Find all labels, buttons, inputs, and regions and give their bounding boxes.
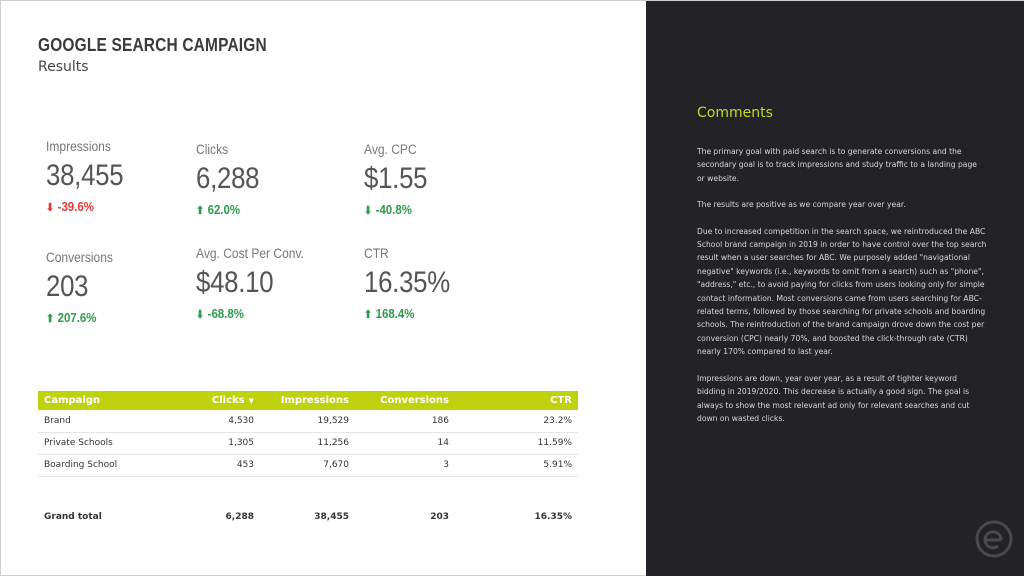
kpi-value: 16.35% xyxy=(364,266,450,299)
cell-campaign: Boarding School xyxy=(38,454,188,477)
cell-campaign: Brand xyxy=(38,410,188,433)
kpi-clicks: Clicks 6,288 ⬆ 62.0% xyxy=(196,141,346,217)
column-header-label: Conversions xyxy=(380,395,449,406)
brand-logo-icon xyxy=(975,520,1013,558)
kpi-value: $48.10 xyxy=(196,266,274,299)
cell-campaign: Private Schools xyxy=(38,432,188,455)
comment-paragraph: Impressions are down, year over year, as… xyxy=(697,373,970,423)
kpi-label: Avg. Cost Per Conv. xyxy=(196,245,304,261)
kpi-delta: ⬇ -40.8% xyxy=(364,202,496,217)
column-header-label: CTR xyxy=(550,395,572,406)
arrow-down-icon: ⬇ xyxy=(46,202,55,214)
kpi-delta-value: -39.6% xyxy=(57,199,94,214)
kpi-delta: ⬆ 62.0% xyxy=(196,202,328,217)
column-header-label: Campaign xyxy=(44,395,101,406)
kpi-delta-value: 207.6% xyxy=(57,310,97,325)
cell-total-ctr: 16.35% xyxy=(534,512,573,522)
sort-down-icon[interactable]: ▼ xyxy=(249,397,254,405)
comments-body: The primary goal with paid search is to … xyxy=(697,145,987,438)
comment-paragraph: The results are positive as we compare y… xyxy=(697,200,906,210)
kpi-label: CTR xyxy=(364,245,389,261)
cell-impressions: 7,670 xyxy=(260,454,355,477)
kpi-delta: ⬇ -39.6% xyxy=(46,199,178,214)
kpi-avg-cpc: Avg. CPC $1.55 ⬇ -40.8% xyxy=(364,141,514,217)
table-row: Boarding School 453 7,670 3 5.91% xyxy=(38,454,578,477)
cell-clicks: 1,305 xyxy=(188,432,260,455)
report-page: GOOGLE SEARCH CAMPAIGN Results Impressio… xyxy=(0,0,1024,576)
comments-title: Comments xyxy=(697,105,773,121)
cell-ctr: 23.2% xyxy=(455,410,578,433)
arrow-down-icon: ⬇ xyxy=(364,205,373,217)
arrow-up-icon: ⬆ xyxy=(46,313,55,325)
kpi-delta-value: 168.4% xyxy=(375,306,415,321)
arrow-up-icon: ⬆ xyxy=(364,309,373,321)
column-header-conversions[interactable]: Conversions xyxy=(355,391,455,410)
kpi-delta-value: -40.8% xyxy=(375,202,412,217)
cell-conversions: 186 xyxy=(355,410,455,433)
column-header-ctr[interactable]: CTR xyxy=(455,391,578,410)
table-row: Private Schools 1,305 11,256 14 11.59% xyxy=(38,432,578,455)
cell-conversions: 3 xyxy=(355,454,455,477)
kpi-label: Conversions xyxy=(46,249,113,265)
kpi-delta: ⬆ 207.6% xyxy=(46,310,178,325)
arrow-up-icon: ⬆ xyxy=(196,205,205,217)
kpi-conversions: Conversions 203 ⬆ 207.6% xyxy=(46,249,196,325)
table-header-row: Campaign Clicks ▼ Impressions Conversions… xyxy=(38,391,578,410)
kpi-value: 38,455 xyxy=(46,159,124,192)
column-header-label: Impressions xyxy=(280,395,349,406)
arrow-down-icon: ⬇ xyxy=(196,309,205,321)
kpi-value: 203 xyxy=(46,270,89,303)
kpi-label: Avg. CPC xyxy=(364,141,417,157)
table-row: Brand 4,530 19,529 186 23.2% xyxy=(38,410,578,433)
table-spacer xyxy=(38,476,578,506)
kpi-label: Impressions xyxy=(46,138,111,154)
kpi-value: 6,288 xyxy=(196,162,260,195)
comment-paragraph: Due to increased competition in the sear… xyxy=(697,226,987,357)
left-panel: GOOGLE SEARCH CAMPAIGN Results Impressio… xyxy=(1,1,646,576)
campaign-table: Campaign Clicks ▼ Impressions Conversions… xyxy=(38,391,578,528)
column-header-clicks[interactable]: Clicks ▼ xyxy=(188,391,260,410)
cell-conversions: 14 xyxy=(355,432,455,455)
column-header-campaign[interactable]: Campaign xyxy=(38,391,188,410)
kpi-ctr: CTR 16.35% ⬆ 168.4% xyxy=(364,245,514,321)
cell-total-conversions: 203 xyxy=(430,512,449,522)
kpi-delta-value: 62.0% xyxy=(207,202,241,217)
kpi-value: $1.55 xyxy=(364,162,428,195)
kpi-delta-value: -68.8% xyxy=(207,306,244,321)
kpi-delta: ⬇ -68.8% xyxy=(196,306,328,321)
column-header-impressions[interactable]: Impressions xyxy=(260,391,355,410)
kpi-delta: ⬆ 168.4% xyxy=(364,306,496,321)
column-header-label: Clicks xyxy=(211,395,245,406)
kpi-label: Clicks xyxy=(196,141,229,157)
cell-ctr: 5.91% xyxy=(455,454,578,477)
kpi-impressions: Impressions 38,455 ⬇ -39.6% xyxy=(46,138,196,214)
cell-total-clicks: 6,288 xyxy=(225,512,254,522)
cell-impressions: 19,529 xyxy=(260,410,355,433)
page-title: GOOGLE SEARCH CAMPAIGN xyxy=(38,35,267,55)
comment-paragraph: The primary goal with paid search is to … xyxy=(697,147,977,183)
cell-clicks: 4,530 xyxy=(188,410,260,433)
cell-impressions: 11,256 xyxy=(260,432,355,455)
page-subtitle: Results xyxy=(38,59,89,75)
table-total-row: Grand total 6,288 38,455 203 16.35% xyxy=(38,506,578,528)
cell-ctr: 11.59% xyxy=(455,432,578,455)
cell-total-label: Grand total xyxy=(44,512,102,522)
kpi-avg-cost-per-conv: Avg. Cost Per Conv. $48.10 ⬇ -68.8% xyxy=(196,245,346,321)
cell-total-impressions: 38,455 xyxy=(314,512,349,522)
cell-clicks: 453 xyxy=(188,454,260,477)
